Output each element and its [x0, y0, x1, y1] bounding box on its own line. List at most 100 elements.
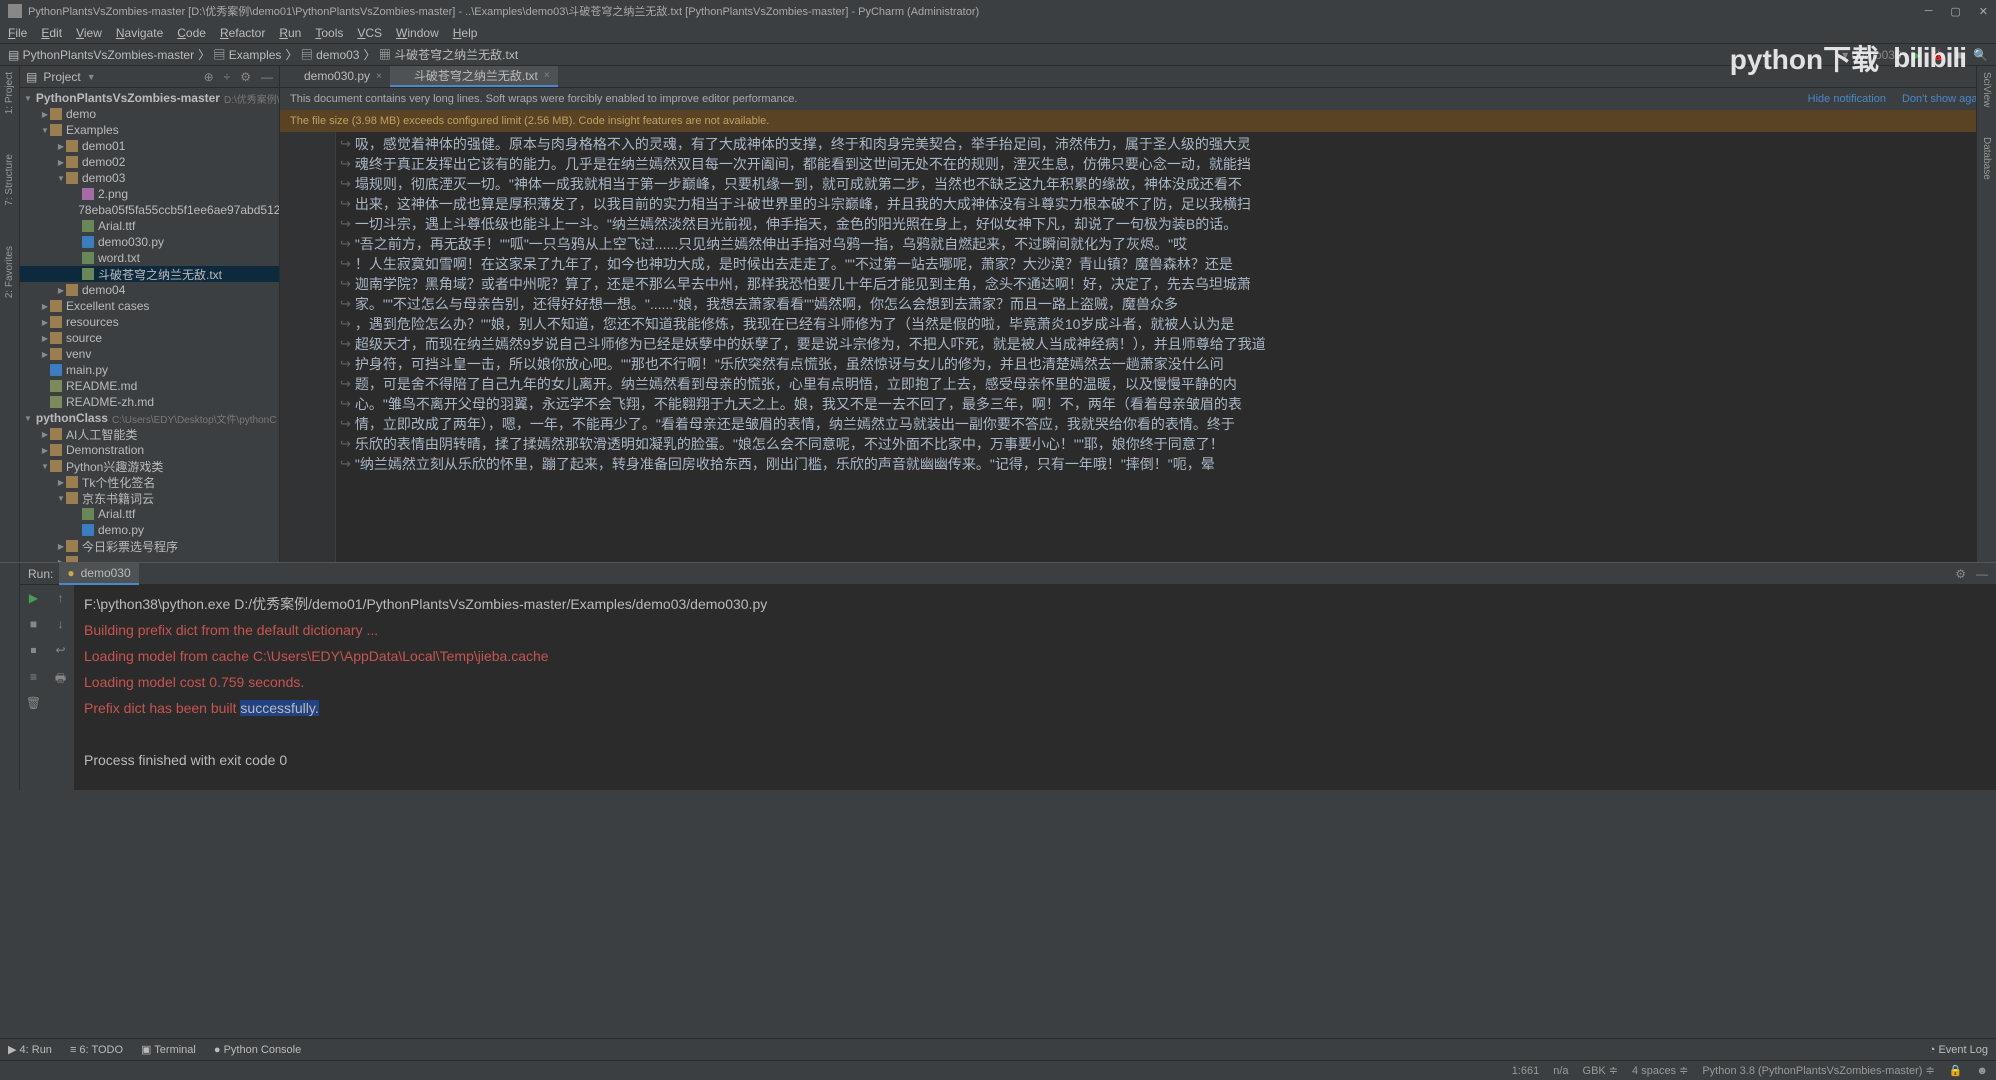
tree-root[interactable]: ▼pythonClassC:\Users\EDY\Desktop\文件\pyth…	[20, 410, 279, 426]
rerun-icon[interactable]: ▶	[29, 591, 38, 605]
trash-icon[interactable]: 🗑	[26, 696, 41, 710]
tree-node[interactable]: README-zh.md	[20, 394, 279, 410]
print-icon[interactable]: 🖶	[55, 669, 66, 690]
project-panel: ▤ Project ▼ ⊕ ÷ ⚙ — ▼PythonPlantsVsZombi…	[20, 66, 280, 578]
menu-view[interactable]: View	[76, 26, 102, 40]
event-log-button[interactable]: ◔ Event Log	[1929, 1044, 1988, 1056]
breadcrumb-item[interactable]: 〉 ▤ Examples	[198, 46, 281, 63]
tree-node[interactable]: demo030.py	[20, 234, 279, 250]
menu-vcs[interactable]: VCS	[357, 26, 382, 40]
todo-tool-button[interactable]: ≡ 6: TODO	[70, 1044, 123, 1056]
tree-node[interactable]: ▶venv	[20, 346, 279, 362]
right-tool-sciview[interactable]: SciView	[1981, 72, 1992, 107]
tree-node[interactable]: ▶Demonstration	[20, 442, 279, 458]
tree-node[interactable]: ▶demo01	[20, 138, 279, 154]
search-icon[interactable]: 🔍	[1973, 48, 1988, 62]
menu-refactor[interactable]: Refactor	[220, 26, 265, 40]
project-panel-title: Project	[43, 70, 80, 84]
tree-node[interactable]: ▶demo04	[20, 282, 279, 298]
tree-node[interactable]: ▼Python兴趣游戏类	[20, 458, 279, 474]
status-position[interactable]: 1:661	[1512, 1065, 1540, 1077]
run-output[interactable]: F:\python38\python.exe D:/优秀案例/demo01/Py…	[74, 585, 1996, 790]
tree-node[interactable]: ▶source	[20, 330, 279, 346]
tree-node[interactable]: ▶AI人工智能类	[20, 426, 279, 442]
menu-window[interactable]: Window	[396, 26, 439, 40]
tree-node[interactable]: Arial.ttf	[20, 218, 279, 234]
run-config-selector[interactable]: ▾ demo030	[1842, 48, 1901, 62]
menu-file[interactable]: File	[8, 26, 27, 40]
breadcrumb-item[interactable]: ▤ PythonPlantsVsZombies-master	[8, 48, 194, 62]
tree-node[interactable]: ▼demo03	[20, 170, 279, 186]
menu-tools[interactable]: Tools	[315, 26, 343, 40]
tree-node[interactable]: ▶demo02	[20, 154, 279, 170]
run-tool-button[interactable]: ▶ 4: Run	[8, 1043, 52, 1056]
gear-icon[interactable]: ⚙	[240, 70, 251, 84]
tree-node[interactable]: ▶resources	[20, 314, 279, 330]
hide-icon[interactable]: —	[261, 70, 273, 84]
project-tree[interactable]: ▼PythonPlantsVsZombies-masterD:\优秀案例\dem…	[20, 88, 279, 578]
stop-icon[interactable]: ■	[1956, 48, 1963, 62]
terminal-tool-button[interactable]: ▣ Terminal	[141, 1043, 196, 1056]
maximize-button[interactable]: ▢	[1950, 5, 1960, 18]
locate-icon[interactable]: ⊕	[204, 70, 214, 84]
close-icon[interactable]: ×	[376, 71, 382, 82]
editor-tab[interactable]: 斗破苍穹之纳兰无敌.txt×	[390, 65, 558, 87]
tree-node[interactable]: README.md	[20, 378, 279, 394]
tree-node[interactable]: ▶今日彩票选号程序	[20, 538, 279, 554]
left-tool-favorites[interactable]: 2: Favorites	[4, 246, 15, 298]
tree-node[interactable]: main.py	[20, 362, 279, 378]
down-icon[interactable]: ↓	[58, 617, 64, 631]
breadcrumb-item[interactable]: 〉 ▤ demo03	[285, 46, 359, 63]
tree-node[interactable]: demo.py	[20, 522, 279, 538]
menu-navigate[interactable]: Navigate	[116, 26, 163, 40]
status-interpreter[interactable]: Python 3.8 (PythonPlantsVsZombies-master…	[1702, 1064, 1934, 1077]
breadcrumb-item[interactable]: 〉 ▦ 斗破苍穹之纳兰无敌.txt	[363, 46, 518, 63]
tree-node[interactable]: word.txt	[20, 250, 279, 266]
run-cmd-line: F:\python38\python.exe D:/优秀案例/demo01/Py…	[84, 591, 1986, 617]
tree-node[interactable]: 斗破苍穹之纳兰无敌.txt	[20, 266, 279, 282]
close-icon[interactable]: ×	[544, 70, 550, 81]
minimize-button[interactable]: ─	[1925, 5, 1933, 18]
collapse-icon[interactable]: ÷	[224, 70, 231, 84]
editor-tab[interactable]: demo030.py×	[280, 65, 390, 87]
wrap-icon[interactable]: ↩	[55, 643, 65, 657]
tree-node[interactable]: ▼Examples	[20, 122, 279, 138]
right-tool-database[interactable]: Database	[1981, 137, 1992, 180]
editor[interactable]: ↪吸，感觉着神体的强健。原本与肉身格格不入的灵魂，有了大成神体的支撑，终于和肉身…	[280, 132, 1996, 578]
run-icon[interactable]: ▶	[1912, 48, 1921, 62]
tree-node[interactable]: 78eba05f5fa55ccb5f1ee6ae97abd512.jpeg	[20, 202, 279, 218]
main-area: 1: Project 7: Structure 2: Favorites ▤ P…	[0, 66, 1996, 578]
stop-icon[interactable]: ■	[30, 617, 37, 631]
status-indent[interactable]: 4 spaces ≑	[1632, 1064, 1688, 1077]
menu-help[interactable]: Help	[453, 26, 478, 40]
hide-icon[interactable]: —	[1976, 567, 1988, 581]
left-tool-project[interactable]: 1: Project	[4, 72, 15, 114]
status-encoding[interactable]: GBK ≑	[1583, 1064, 1619, 1077]
lock-icon[interactable]: 🔒	[1949, 1064, 1963, 1077]
tree-node[interactable]: ▼京东书籍词云	[20, 490, 279, 506]
run-tab[interactable]: ● demo030	[59, 563, 138, 585]
dont-show-again-link[interactable]: Don't show again	[1902, 93, 1986, 105]
softwrap-banner: This document contains very long lines. …	[280, 88, 1996, 110]
tree-root[interactable]: ▼PythonPlantsVsZombies-masterD:\优秀案例\dem	[20, 90, 279, 106]
close-button[interactable]: ✕	[1979, 5, 1988, 18]
tree-node[interactable]: 2.png	[20, 186, 279, 202]
menu-code[interactable]: Code	[177, 26, 206, 40]
left-tool-structure[interactable]: 7: Structure	[4, 154, 15, 206]
menu-run[interactable]: Run	[279, 26, 301, 40]
hide-notification-link[interactable]: Hide notification	[1808, 93, 1886, 105]
tree-node[interactable]: ▶demo	[20, 106, 279, 122]
exit-icon[interactable]: ⏹	[30, 643, 36, 658]
console-tool-button[interactable]: ● Python Console	[214, 1044, 301, 1056]
tree-node[interactable]: ▶Tk个性化签名	[20, 474, 279, 490]
inspector-icon[interactable]: ☻	[1976, 1065, 1988, 1077]
editor-text[interactable]: ↪吸，感觉着神体的强健。原本与肉身格格不入的灵魂，有了大成神体的支撑，终于和肉身…	[340, 134, 1980, 474]
up-icon[interactable]: ↑	[58, 591, 64, 605]
chevron-down-icon[interactable]: ▼	[87, 72, 96, 82]
tree-node[interactable]: Arial.ttf	[20, 506, 279, 522]
gear-icon[interactable]: ⚙	[1955, 567, 1966, 581]
menu-edit[interactable]: Edit	[41, 26, 62, 40]
debug-icon[interactable]: 🐞	[1931, 48, 1946, 62]
layout-icon[interactable]: ≡	[30, 670, 37, 684]
tree-node[interactable]: ▶Excellent cases	[20, 298, 279, 314]
